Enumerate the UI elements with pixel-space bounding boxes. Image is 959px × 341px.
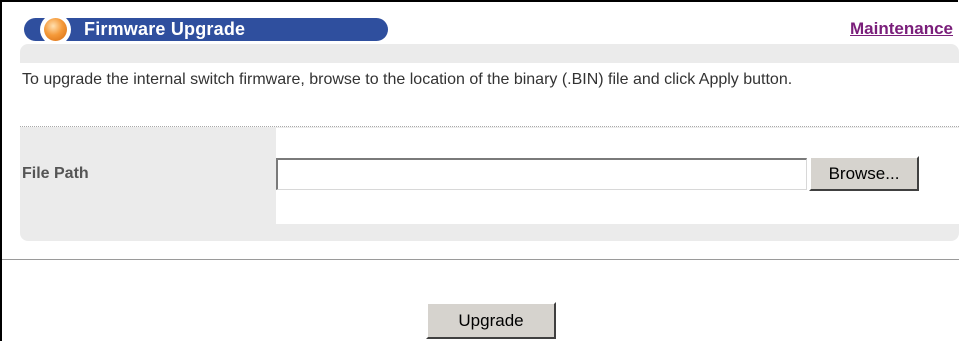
section-divider — [20, 126, 959, 127]
description-text: To upgrade the internal switch firmware,… — [22, 71, 793, 88]
file-path-input[interactable] — [276, 158, 807, 190]
orange-ball-icon — [44, 18, 67, 41]
maintenance-link[interactable]: Maintenance — [850, 19, 953, 39]
page-title: Firmware Upgrade — [84, 19, 246, 39]
upgrade-button[interactable]: Upgrade — [426, 302, 556, 339]
bottom-divider — [2, 259, 959, 260]
file-path-label: File Path — [22, 165, 89, 182]
browse-button[interactable]: Browse... — [809, 156, 919, 191]
